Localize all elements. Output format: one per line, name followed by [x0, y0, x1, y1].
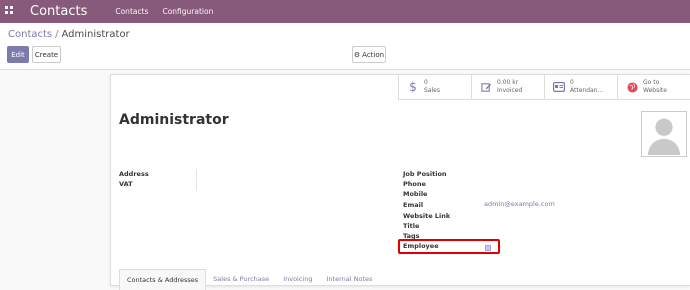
mobile-label: Mobile: [403, 190, 428, 198]
user-silhouette-icon: [642, 112, 686, 155]
tab-invoicing[interactable]: Invoicing: [276, 269, 319, 290]
website-link-label: Website Link: [403, 212, 451, 220]
job-position-label: Job Position: [403, 170, 447, 178]
form-sheet: $ 0 Sales 0.00 kr Invoiced 0 Attendan... Go…: [110, 74, 690, 290]
title-label: Title: [403, 222, 420, 230]
email-label: Email: [403, 201, 424, 209]
tab-internal-notes[interactable]: Internal Notes: [319, 269, 379, 290]
website-stat-button[interactable]: Go to Website: [617, 75, 690, 100]
pencil-square-icon: [480, 81, 492, 93]
id-card-icon: [553, 81, 565, 93]
employee-highlight-box: [398, 239, 500, 254]
edit-button[interactable]: Edit: [7, 46, 29, 63]
control-panel: Contacts / Administrator Edit Create ⚙ Acti…: [0, 23, 690, 70]
attendance-value: 0: [570, 79, 574, 86]
menu-contacts[interactable]: Contacts: [115, 7, 148, 16]
invoiced-value: 0.00 kr: [497, 79, 519, 86]
website-value: Go to: [643, 79, 660, 86]
gear-icon: ⚙: [353, 50, 361, 59]
invoiced-label: Invoiced: [497, 87, 523, 94]
menu-configuration[interactable]: Configuration: [162, 7, 213, 16]
breadcrumb-current: Administrator: [61, 29, 130, 40]
attendance-label: Attendan...: [570, 87, 604, 94]
sales-stat-button[interactable]: $ 0 Sales: [398, 75, 471, 100]
globe-icon: [626, 81, 638, 93]
breadcrumb: Contacts / Administrator: [8, 29, 130, 40]
top-navbar: Contacts Contacts Configuration: [0, 0, 690, 23]
breadcrumb-separator: /: [55, 29, 59, 40]
website-label: Website: [643, 87, 667, 94]
attendance-stat-button[interactable]: 0 Attendan...: [544, 75, 617, 100]
breadcrumb-contacts-link[interactable]: Contacts: [8, 29, 52, 40]
avatar[interactable]: [641, 111, 687, 157]
action-button[interactable]: ⚙ Action: [352, 46, 386, 63]
apps-grid-icon[interactable]: [5, 5, 17, 18]
sales-label: Sales: [424, 87, 440, 94]
phone-label: Phone: [403, 180, 426, 188]
dollar-icon: $: [409, 80, 417, 94]
top-menu: Contacts Configuration: [115, 7, 213, 16]
tab-contacts-addresses[interactable]: Contacts & Addresses: [119, 269, 207, 290]
vat-label: VAT: [119, 180, 133, 188]
invoiced-stat-button[interactable]: 0.00 kr Invoiced: [471, 75, 544, 100]
address-divider: [196, 169, 197, 191]
create-button[interactable]: Create: [32, 46, 61, 63]
email-value[interactable]: admin@example.com: [484, 200, 555, 208]
contact-name-title[interactable]: Administrator: [119, 112, 229, 128]
smart-button-box: $ 0 Sales 0.00 kr Invoiced 0 Attendan... Go…: [398, 75, 690, 100]
notebook-tabs: Contacts & Addresses Sales & Purchase In…: [119, 269, 379, 290]
action-label: Action: [362, 50, 385, 59]
tab-sales-purchase[interactable]: Sales & Purchase: [206, 269, 276, 290]
app-brand[interactable]: Contacts: [30, 4, 87, 19]
sales-value: 0: [424, 79, 428, 86]
address-label: Address: [119, 170, 149, 178]
